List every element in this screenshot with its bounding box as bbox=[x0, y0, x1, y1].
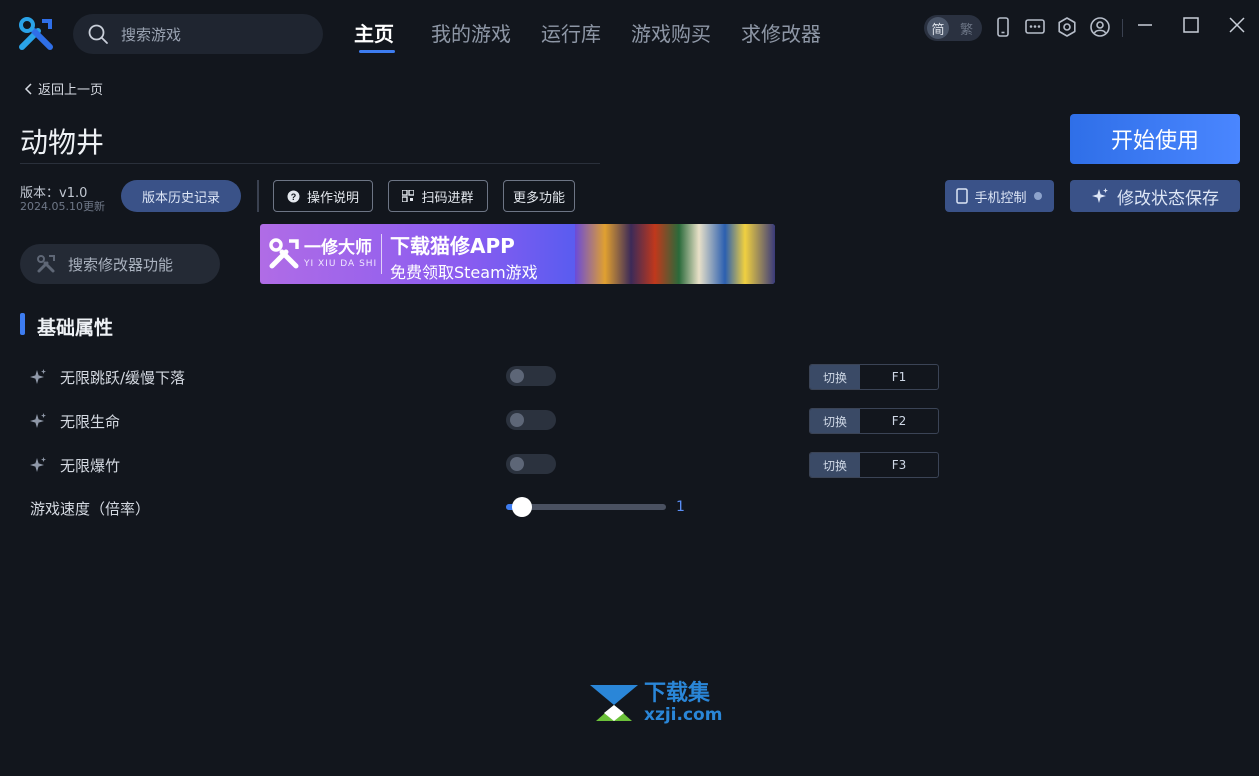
watermark-title: 下载集 bbox=[644, 681, 711, 706]
title-divider bbox=[20, 163, 600, 164]
qr-code-icon bbox=[402, 190, 415, 202]
promo-banner[interactable]: 一修大师 YI XIU DA SHI 下载猫修APP 免费领取Steam游戏 bbox=[260, 224, 775, 284]
chat-icon[interactable] bbox=[1024, 16, 1046, 38]
banner-divider bbox=[381, 234, 382, 274]
banner-brand: 一修大师 bbox=[304, 238, 372, 258]
sparkle-icon bbox=[1092, 188, 1108, 203]
nav-runtime-library[interactable]: 运行库 bbox=[541, 18, 601, 58]
hotkey-control[interactable]: 切换 F3 bbox=[809, 452, 939, 478]
phone-control-label: 手机控制 bbox=[974, 190, 1027, 206]
maximize-icon[interactable] bbox=[1180, 14, 1202, 36]
section-title: 基础属性 bbox=[37, 317, 114, 339]
sparkle-icon bbox=[30, 369, 46, 384]
nav-request-trainer[interactable]: 求修改器 bbox=[741, 18, 821, 58]
sparkle-icon bbox=[30, 413, 46, 428]
version-history-button[interactable]: 版本历史记录 bbox=[121, 180, 241, 212]
phone-control-button[interactable]: 手机控制 bbox=[945, 180, 1054, 212]
phone-icon[interactable] bbox=[992, 16, 1014, 38]
watermark-url: xzji.com bbox=[644, 705, 723, 725]
page-title: 动物井 bbox=[20, 126, 105, 159]
back-link-label: 返回上一页 bbox=[38, 83, 104, 98]
toolbar-divider bbox=[1122, 19, 1123, 37]
speed-value: 1 bbox=[676, 499, 685, 515]
user-icon[interactable] bbox=[1089, 16, 1111, 38]
feature-label: 无限跳跃/缓慢下落 bbox=[60, 369, 186, 387]
chevron-left-icon bbox=[24, 82, 32, 95]
watermark: 下载集 xzji.com bbox=[588, 682, 722, 724]
speed-slider-handle[interactable] bbox=[512, 497, 532, 517]
feature-toggle[interactable] bbox=[506, 366, 556, 386]
phone-icon bbox=[956, 188, 969, 204]
close-icon[interactable] bbox=[1226, 14, 1248, 36]
help-icon: ? bbox=[287, 190, 300, 202]
feature-toggle[interactable] bbox=[506, 410, 556, 430]
hotkey-control[interactable]: 切换 F2 bbox=[809, 408, 939, 434]
qr-group-button-label: 扫码进群 bbox=[421, 190, 474, 206]
brand-logo-icon bbox=[269, 238, 299, 269]
nav-active-indicator bbox=[359, 50, 395, 53]
search-placeholder: 搜索游戏 bbox=[121, 25, 182, 44]
save-state-button[interactable]: 修改状态保存 bbox=[1070, 180, 1240, 212]
qr-group-button[interactable]: 扫码进群 bbox=[388, 180, 488, 212]
feature-search-input[interactable]: 搜索修改器功能 bbox=[20, 244, 220, 284]
hotkey-toggle-label[interactable]: 切换 bbox=[810, 365, 860, 389]
app-logo-icon bbox=[18, 17, 54, 53]
svg-text:?: ? bbox=[291, 192, 297, 202]
more-features-button[interactable]: 更多功能 bbox=[503, 180, 575, 212]
nav-game-purchase[interactable]: 游戏购买 bbox=[631, 18, 711, 58]
language-toggle[interactable]: 简 繁 bbox=[924, 15, 982, 41]
sparkle-icon bbox=[30, 457, 46, 472]
minimize-icon[interactable] bbox=[1134, 14, 1156, 36]
watermark-logo-icon bbox=[590, 685, 638, 721]
hotkey-control[interactable]: 切换 F1 bbox=[809, 364, 939, 390]
lang-simplified[interactable]: 简 bbox=[927, 17, 949, 39]
info-dot-icon bbox=[1033, 192, 1042, 200]
hotkey-key[interactable]: F1 bbox=[860, 365, 938, 389]
hotkey-toggle-label[interactable]: 切换 bbox=[810, 453, 860, 477]
start-button[interactable]: 开始使用 bbox=[1070, 114, 1240, 164]
feature-toggle[interactable] bbox=[506, 454, 556, 474]
save-state-label: 修改状态保存 bbox=[1117, 188, 1219, 209]
manual-button-label: 操作说明 bbox=[306, 190, 359, 206]
section-accent-bar bbox=[20, 313, 25, 335]
settings-icon[interactable] bbox=[1056, 16, 1078, 38]
feature-search-placeholder: 搜索修改器功能 bbox=[68, 255, 174, 274]
search-icon bbox=[88, 24, 108, 44]
hotkey-toggle-label[interactable]: 切换 bbox=[810, 409, 860, 433]
version-date: 2024.05.10更新 bbox=[20, 200, 105, 213]
back-link[interactable]: 返回上一页 bbox=[24, 79, 103, 98]
feature-label: 无限爆竹 bbox=[60, 457, 121, 475]
banner-headline: 下载猫修APP bbox=[390, 234, 515, 258]
manual-button[interactable]: ? 操作说明 bbox=[273, 180, 373, 212]
hotkey-key[interactable]: F2 bbox=[860, 409, 938, 433]
hotkey-key[interactable]: F3 bbox=[860, 453, 938, 477]
tools-icon bbox=[37, 255, 55, 273]
banner-subline: 免费领取Steam游戏 bbox=[390, 263, 538, 282]
banner-game-art bbox=[575, 224, 775, 284]
header-divider bbox=[257, 180, 259, 212]
game-search-input[interactable]: 搜索游戏 bbox=[73, 14, 323, 54]
feature-label: 无限生命 bbox=[60, 413, 121, 431]
banner-brand-pinyin: YI XIU DA SHI bbox=[304, 259, 378, 269]
nav-my-games[interactable]: 我的游戏 bbox=[431, 18, 511, 58]
speed-label: 游戏速度（倍率） bbox=[30, 500, 151, 518]
lang-traditional[interactable]: 繁 bbox=[960, 19, 973, 38]
